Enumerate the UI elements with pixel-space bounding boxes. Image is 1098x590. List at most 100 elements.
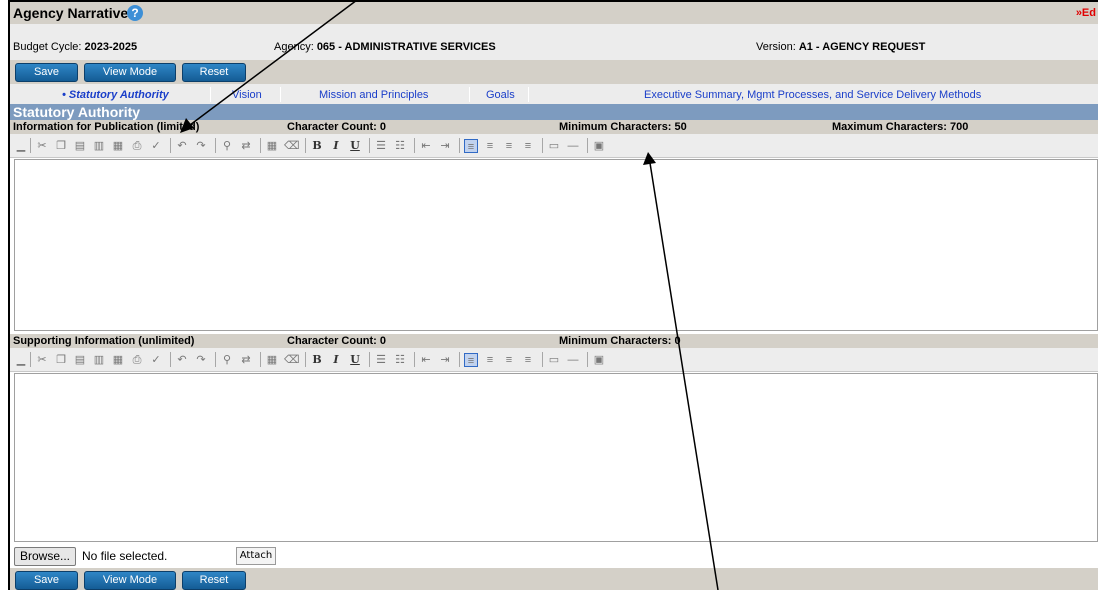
attach-button[interactable]: Attach — [236, 547, 276, 565]
tab-vision[interactable]: Vision — [232, 89, 262, 101]
find-icon[interactable]: ⚲ — [220, 353, 234, 367]
bold-icon[interactable]: B — [310, 139, 324, 153]
print-icon[interactable]: ⎙ — [130, 139, 144, 153]
browse-button[interactable]: Browse... — [14, 547, 76, 566]
bullet-list-icon[interactable]: ☷ — [393, 353, 407, 367]
publication-header: Information for Publication (limited) Ch… — [10, 120, 1098, 134]
toolbar-separator — [459, 138, 460, 153]
table-icon[interactable]: ▦ — [265, 139, 279, 153]
align-left-icon[interactable]: ≡ — [464, 353, 478, 367]
supporting-header: Supporting Information (unlimited) Chara… — [10, 334, 1098, 348]
replace-icon[interactable]: ⇄ — [239, 139, 253, 153]
file-status: No file selected. — [82, 549, 168, 563]
horizontal-rule-icon[interactable]: ― — [566, 139, 580, 153]
underline-icon[interactable]: U — [348, 139, 362, 153]
justify-icon[interactable]: ≡ — [521, 353, 535, 367]
supporting-char-count: Character Count: 0 — [287, 335, 387, 347]
toolbar-separator — [260, 352, 261, 367]
publication-max-chars: Maximum Characters: 700 — [832, 121, 969, 133]
page-title: Agency Narrative — [13, 5, 129, 21]
redo-icon[interactable]: ↷ — [194, 139, 208, 153]
agency: Agency: 065 - ADMINISTRATIVE SERVICES — [274, 41, 496, 53]
toolbar-separator — [414, 138, 415, 153]
eraser-icon[interactable]: ⌫ — [284, 353, 300, 367]
section-title: Statutory Authority — [13, 104, 141, 120]
supporting-label: Supporting Information (unlimited) — [13, 335, 195, 347]
paste-icon[interactable]: ▤ — [73, 139, 87, 153]
publication-char-count: Character Count: 0 — [287, 121, 387, 133]
paste-text-icon[interactable]: ▥ — [92, 139, 106, 153]
outdent-icon[interactable]: ⇤ — [419, 139, 433, 153]
outdent-icon[interactable]: ⇤ — [419, 353, 433, 367]
toolbar-separator — [170, 138, 171, 153]
button-bar-bottom: Save View Mode Reset — [10, 568, 1098, 590]
toolbar-separator — [305, 138, 306, 153]
find-icon[interactable]: ⚲ — [220, 139, 234, 153]
box-icon[interactable]: ▭ — [547, 139, 561, 153]
table-icon[interactable]: ▦ — [265, 353, 279, 367]
undo-icon[interactable]: ↶ — [175, 353, 189, 367]
version: Version: A1 - AGENCY REQUEST — [756, 41, 926, 53]
box-icon[interactable]: ▭ — [547, 353, 561, 367]
italic-icon[interactable]: I — [329, 353, 343, 367]
preview-icon[interactable]: ▣ — [592, 353, 606, 367]
tab-statutory-authority[interactable]: • Statutory Authority — [62, 89, 169, 101]
align-left-icon[interactable]: ≡ — [464, 139, 478, 153]
numbered-list-icon[interactable]: ☰ — [374, 353, 388, 367]
paste-word-icon[interactable]: ▦ — [111, 139, 125, 153]
eraser-icon[interactable]: ⌫ — [284, 139, 300, 153]
copy-icon[interactable]: ❐ — [54, 353, 68, 367]
page-frame: Agency Narrative ? »Ed Budget Cycle: 202… — [8, 0, 1098, 590]
horizontal-rule-icon[interactable]: ― — [566, 353, 580, 367]
cut-icon[interactable]: ✂ — [35, 353, 49, 367]
upload-bar: Browse... No file selected. Attach — [10, 544, 1098, 568]
spellcheck-icon[interactable]: ✓ — [149, 353, 163, 367]
save-button[interactable]: Save — [15, 63, 78, 82]
view-mode-button-bottom[interactable]: View Mode — [84, 571, 176, 590]
toolbar-separator — [587, 138, 588, 153]
tab-executive-summary[interactable]: Executive Summary, Mgmt Processes, and S… — [644, 89, 981, 101]
toolbar-separator — [170, 352, 171, 367]
toolbar-grip-icon: ▁ — [16, 354, 26, 366]
print-icon[interactable]: ⎙ — [130, 353, 144, 367]
italic-icon[interactable]: I — [329, 139, 343, 153]
edit-link[interactable]: »Ed — [1076, 7, 1096, 19]
replace-icon[interactable]: ⇄ — [239, 353, 253, 367]
reset-button[interactable]: Reset — [182, 63, 246, 82]
supporting-editor[interactable] — [14, 373, 1098, 542]
numbered-list-icon[interactable]: ☰ — [374, 139, 388, 153]
align-right-icon[interactable]: ≡ — [502, 353, 516, 367]
paste-word-icon[interactable]: ▦ — [111, 353, 125, 367]
underline-icon[interactable]: U — [348, 353, 362, 367]
redo-icon[interactable]: ↷ — [194, 353, 208, 367]
tab-goals[interactable]: Goals — [486, 89, 515, 101]
editor-toolbar-publication: ▁ ✂ ❐ ▤ ▥ ▦ ⎙ ✓ ↶ ↷ ⚲ ⇄ ▦ ⌫ B I U ☰ ☷ ⇤ ⇥ ≡ ≡ ≡ ≡ ▭ ― ▣ — [10, 134, 1098, 158]
undo-icon[interactable]: ↶ — [175, 139, 189, 153]
toolbar-separator — [30, 352, 31, 367]
publication-min-chars: Minimum Characters: 50 — [559, 121, 687, 133]
tab-mission[interactable]: Mission and Principles — [319, 89, 428, 101]
indent-icon[interactable]: ⇥ — [438, 353, 452, 367]
bullet-list-icon[interactable]: ☷ — [393, 139, 407, 153]
tab-divider — [528, 87, 529, 102]
align-center-icon[interactable]: ≡ — [483, 139, 497, 153]
tab-divider — [210, 87, 211, 102]
spellcheck-icon[interactable]: ✓ — [149, 139, 163, 153]
editor-toolbar-supporting: ▁ ✂ ❐ ▤ ▥ ▦ ⎙ ✓ ↶ ↷ ⚲ ⇄ ▦ ⌫ B I U ☰ ☷ ⇤ ⇥ ≡ ≡ ≡ ≡ ▭ ― ▣ — [10, 348, 1098, 372]
cut-icon[interactable]: ✂ — [35, 139, 49, 153]
publication-editor[interactable] — [14, 159, 1098, 331]
toolbar-separator — [305, 352, 306, 367]
reset-button-bottom[interactable]: Reset — [182, 571, 246, 590]
save-button-bottom[interactable]: Save — [15, 571, 78, 590]
paste-icon[interactable]: ▤ — [73, 353, 87, 367]
align-center-icon[interactable]: ≡ — [483, 353, 497, 367]
bold-icon[interactable]: B — [310, 353, 324, 367]
align-right-icon[interactable]: ≡ — [502, 139, 516, 153]
view-mode-button[interactable]: View Mode — [84, 63, 176, 82]
paste-text-icon[interactable]: ▥ — [92, 353, 106, 367]
preview-icon[interactable]: ▣ — [592, 139, 606, 153]
justify-icon[interactable]: ≡ — [521, 139, 535, 153]
copy-icon[interactable]: ❐ — [54, 139, 68, 153]
question-circle-icon[interactable]: ? — [127, 5, 143, 21]
indent-icon[interactable]: ⇥ — [438, 139, 452, 153]
